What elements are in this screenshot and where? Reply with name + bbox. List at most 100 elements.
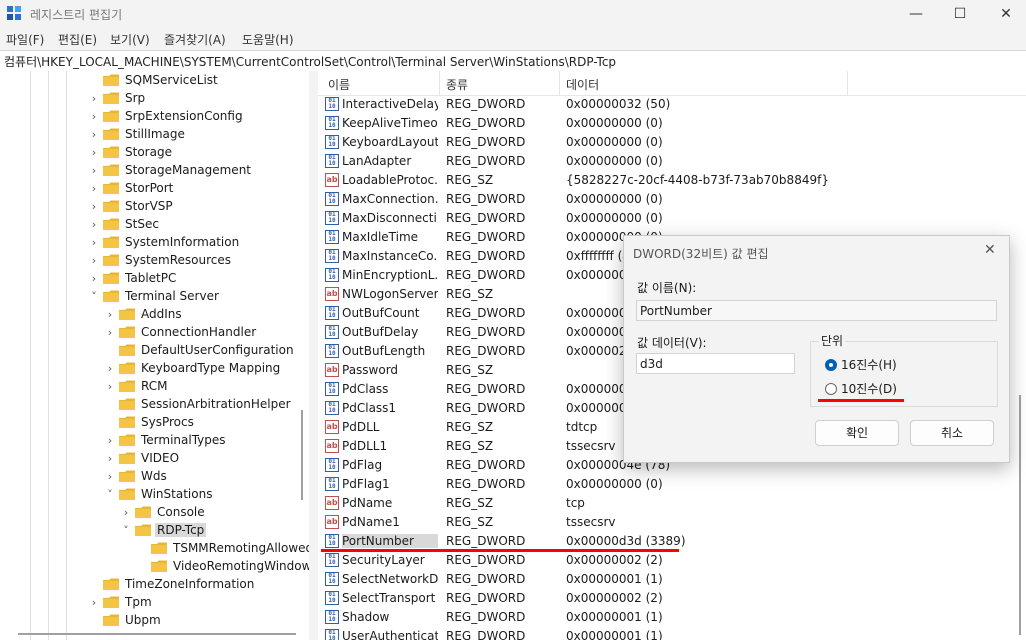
chevron-right-icon[interactable]: › xyxy=(120,506,132,519)
chevron-right-icon[interactable]: › xyxy=(88,596,100,609)
column-data[interactable]: 데이터 xyxy=(566,76,599,93)
tree-item[interactable]: › Wds xyxy=(104,467,169,485)
values-vertical-scrollbar[interactable] xyxy=(1019,395,1021,635)
hex-radio[interactable]: 16진수(H) xyxy=(825,356,897,373)
address-path[interactable]: 컴퓨터\HKEY_LOCAL_MACHINE\SYSTEM\CurrentCon… xyxy=(4,53,616,70)
tree-item[interactable]: ˅ RDP-Tcp xyxy=(120,521,207,539)
close-button[interactable]: ✕ xyxy=(983,0,1026,28)
value-row[interactable]: 01 10KeepAliveTimeout REG_DWORD 0x00000000… xyxy=(318,114,1026,133)
tree-item[interactable]: SessionArbitrationHelper xyxy=(104,395,293,413)
tree-item[interactable]: › Storage xyxy=(88,143,174,161)
tree-item[interactable]: › StSec xyxy=(88,215,161,233)
value-data: 0xffffffff (4 xyxy=(566,249,630,263)
chevron-right-icon[interactable]: › xyxy=(104,470,116,483)
chevron-right-icon[interactable]: › xyxy=(104,362,116,375)
tree-item[interactable]: TimeZoneInformation xyxy=(88,575,256,593)
column-divider[interactable] xyxy=(439,71,440,95)
tree-item[interactable]: › SystemResources xyxy=(88,251,233,269)
value-row[interactable]: 01 10SelectNetworkD... REG_DWORD 0x0000000… xyxy=(318,570,1026,589)
chevron-right-icon[interactable]: › xyxy=(104,308,116,321)
value-type: REG_DWORD xyxy=(446,572,526,586)
value-row[interactable]: 01 10 MaxConnection... REG_DWORD 0x00000000… xyxy=(318,190,1026,209)
tree-item[interactable]: › RCM xyxy=(104,377,169,395)
cancel-button[interactable]: 취소 xyxy=(910,420,994,446)
value-row[interactable]: 01 10 InteractiveDelay REG_DWORD 0x00000032… xyxy=(318,95,1026,114)
tree-horizontal-scrollbar[interactable] xyxy=(18,633,296,635)
chevron-right-icon[interactable]: › xyxy=(88,200,100,213)
dialog-close-icon[interactable]: ✕ xyxy=(984,242,996,258)
chevron-right-icon[interactable]: › xyxy=(88,128,100,141)
chevron-right-icon[interactable]: › xyxy=(88,254,100,267)
tree-item[interactable]: › TerminalTypes xyxy=(104,431,228,449)
chevron-right-icon[interactable]: › xyxy=(88,272,100,285)
tree-item[interactable]: › Srp xyxy=(88,89,147,107)
tree-item[interactable]: › AddIns xyxy=(104,305,184,323)
value-row[interactable]: ab LoadableProtoc... REG_SZ {5828227c-20cf-… xyxy=(318,171,1026,190)
chevron-right-icon[interactable]: › xyxy=(88,218,100,231)
pane-splitter[interactable] xyxy=(309,71,318,640)
value-row[interactable]: 01 10 KeyboardLayout REG_DWORD 0x00000000 (… xyxy=(318,133,1026,152)
string-value-icon: ab xyxy=(325,420,339,434)
chevron-right-icon[interactable]: › xyxy=(104,452,116,465)
value-row[interactable]: 01 10 MaxDisconnecti... REG_DWORD 0x0000000… xyxy=(318,209,1026,228)
tree-item[interactable]: SysProcs xyxy=(104,413,196,431)
chevron-right-icon[interactable]: › xyxy=(104,434,116,447)
chevron-down-icon[interactable]: ˅ xyxy=(120,524,132,537)
tree-vertical-scrollbar[interactable] xyxy=(301,410,303,500)
column-name[interactable]: 이름 xyxy=(328,76,350,93)
tree-item[interactable]: › SrpExtensionConfig xyxy=(88,107,245,125)
tree-item[interactable]: › ConnectionHandler xyxy=(104,323,258,341)
menu-view[interactable]: 보기(V) xyxy=(110,31,150,48)
menu-file[interactable]: 파일(F) xyxy=(6,31,44,48)
value-name-field[interactable]: PortNumber xyxy=(636,300,997,321)
tree-item[interactable]: › StorVSP xyxy=(88,197,175,215)
chevron-right-icon[interactable]: › xyxy=(104,326,116,339)
tree-item[interactable]: Ubpm xyxy=(88,611,163,629)
menu-edit[interactable]: 편집(E) xyxy=(58,31,97,48)
address-bar[interactable]: 컴퓨터\HKEY_LOCAL_MACHINE\SYSTEM\CurrentCon… xyxy=(0,50,1026,72)
value-row[interactable]: ab PdName1 REG_SZ tssecsrv xyxy=(318,513,1026,532)
chevron-right-icon[interactable]: › xyxy=(88,146,100,159)
value-data-field[interactable]: d3d xyxy=(636,353,795,374)
value-row[interactable]: 01 10UserAuthenticat... REG_DWORD 0x000000… xyxy=(318,627,1026,640)
tree-item[interactable]: › Tpm xyxy=(88,593,154,611)
chevron-right-icon[interactable]: › xyxy=(88,236,100,249)
menu-help[interactable]: 도움말(H) xyxy=(242,31,294,48)
column-divider[interactable] xyxy=(559,71,560,95)
chevron-down-icon[interactable]: ˅ xyxy=(104,488,116,501)
menu-favorites[interactable]: 즐겨찾기(A) xyxy=(164,31,226,48)
value-row[interactable]: 01 10 SecurityLayer REG_DWORD 0x00000002 (2… xyxy=(318,551,1026,570)
ok-button[interactable]: 확인 xyxy=(815,420,899,446)
tree-item[interactable]: SQMServiceList xyxy=(88,71,220,89)
tree-item[interactable]: ˅ WinStations xyxy=(104,485,214,503)
dec-radio[interactable]: 10진수(D) xyxy=(825,380,897,397)
value-row[interactable]: ab PdName REG_SZ tcp xyxy=(318,494,1026,513)
value-row[interactable]: 01 10 PdFlag1 REG_DWORD 0x00000000 (0) xyxy=(318,475,1026,494)
column-type[interactable]: 종류 xyxy=(446,76,468,93)
chevron-right-icon[interactable]: › xyxy=(88,92,100,105)
value-row[interactable]: 01 10 LanAdapter REG_DWORD 0x00000000 (0) xyxy=(318,152,1026,171)
tree-item[interactable]: › Console xyxy=(120,503,207,521)
tree-item[interactable]: › SystemInformation xyxy=(88,233,241,251)
tree-item[interactable]: › StorageManagement xyxy=(88,161,253,179)
value-row[interactable]: 01 10 SelectTransport REG_DWORD 0x00000002 … xyxy=(318,589,1026,608)
maximize-button[interactable]: ☐ xyxy=(937,0,983,28)
tree-item[interactable]: › KeyboardType Mapping xyxy=(104,359,282,377)
value-row[interactable]: 01 10 Shadow REG_DWORD 0x00000001 (1) xyxy=(318,608,1026,627)
tree-item[interactable]: › VIDEO xyxy=(104,449,181,467)
column-divider[interactable] xyxy=(847,71,848,95)
tree-item[interactable]: ˅ Terminal Server xyxy=(88,287,221,305)
minimize-button[interactable]: — xyxy=(893,0,939,28)
key-tree[interactable]: SQMServiceList › Srp › SrpExtensionConfig › St… xyxy=(0,71,309,640)
tree-item[interactable]: › TabletPC xyxy=(88,269,178,287)
chevron-right-icon[interactable]: › xyxy=(88,110,100,123)
tree-item[interactable]: TSMMRemotingAllowed xyxy=(136,539,309,557)
chevron-right-icon[interactable]: › xyxy=(88,182,100,195)
tree-item[interactable]: DefaultUserConfiguration xyxy=(104,341,296,359)
chevron-right-icon[interactable]: › xyxy=(104,380,116,393)
tree-item[interactable]: › StillImage xyxy=(88,125,187,143)
chevron-right-icon[interactable]: › xyxy=(88,164,100,177)
tree-item[interactable]: › StorPort xyxy=(88,179,175,197)
tree-item[interactable]: VideoRemotingWindow xyxy=(136,557,309,575)
chevron-down-icon[interactable]: ˅ xyxy=(88,290,100,303)
